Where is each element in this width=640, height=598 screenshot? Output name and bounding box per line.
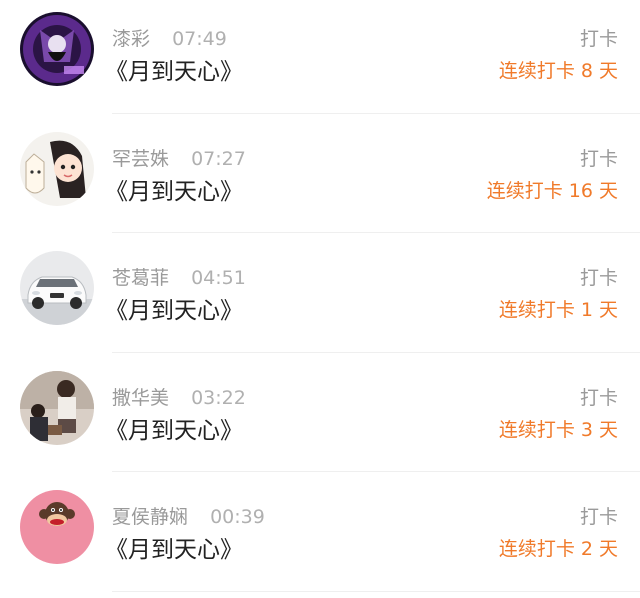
user-name: 撒华美 (112, 386, 170, 409)
user-name: 苍葛菲 (112, 267, 170, 290)
user-meta: 苍葛菲 04:51 (112, 263, 246, 290)
checkin-label: 打卡 (579, 147, 618, 170)
avatar[interactable] (20, 131, 94, 206)
user-name: 罕芸姝 (112, 147, 170, 170)
book-title: 《月到天心》 (105, 417, 243, 444)
checkin-time: 03:22 (191, 386, 246, 409)
checkin-label: 打卡 (579, 506, 618, 529)
streak-label: 连续打卡 1 天 (498, 299, 618, 322)
checkin-time: 00:39 (210, 506, 265, 529)
book-title: 《月到天心》 (105, 59, 243, 85)
avatar-anime-purple-icon (20, 12, 94, 86)
user-name: 漆彩 (112, 28, 151, 50)
streak-label: 连续打卡 3 天 (498, 418, 618, 441)
user-name: 夏侯静娴 (112, 506, 189, 529)
list-item[interactable]: 夏侯静娴 00:39 《月到天心》 打卡 连续打卡 2 天 (0, 478, 640, 598)
user-meta: 罕芸姝 07:27 (112, 144, 246, 171)
book-title: 《月到天心》 (105, 298, 243, 325)
streak-label: 连续打卡 2 天 (498, 538, 618, 561)
user-meta: 夏侯静娴 00:39 (112, 502, 265, 529)
list-item[interactable]: 罕芸姝 07:27 《月到天心》 打卡 连续打卡 16 天 (0, 120, 640, 240)
divider (112, 351, 640, 353)
divider (112, 112, 640, 114)
checkin-list: 漆彩 07:49 《月到天心》 打卡 连续打卡 8 天 罕芸姝 07:27 《月… (0, 0, 640, 598)
book-title: 《月到天心》 (105, 537, 243, 564)
list-item[interactable]: 漆彩 07:49 《月到天心》 打卡 连续打卡 8 天 (0, 0, 640, 120)
checkin-time: 07:27 (191, 147, 246, 170)
avatar-monkey-pink-icon (20, 490, 94, 565)
avatar[interactable] (20, 251, 94, 326)
avatar-white-car-icon (20, 251, 94, 326)
divider (112, 590, 640, 592)
list-item[interactable]: 撒华美 03:22 《月到天心》 打卡 连续打卡 3 天 (0, 359, 640, 479)
list-item[interactable]: 苍葛菲 04:51 《月到天心》 打卡 连续打卡 1 天 (0, 239, 640, 359)
avatar[interactable] (20, 490, 94, 565)
avatar[interactable] (20, 12, 94, 86)
divider (112, 471, 640, 473)
user-meta: 撒华美 03:22 (112, 383, 246, 410)
checkin-label: 打卡 (579, 386, 618, 409)
book-title: 《月到天心》 (105, 178, 243, 205)
checkin-label: 打卡 (579, 267, 618, 290)
avatar-cartoon-girl-icon (20, 131, 94, 206)
streak-label: 连续打卡 8 天 (498, 60, 618, 82)
checkin-time: 07:49 (172, 28, 227, 50)
user-meta: 漆彩 07:49 (112, 24, 227, 51)
checkin-time: 04:51 (191, 267, 246, 290)
avatar[interactable] (20, 370, 94, 445)
checkin-label: 打卡 (579, 28, 618, 50)
avatar-photo-people-icon (20, 370, 94, 445)
streak-label: 连续打卡 16 天 (486, 179, 618, 202)
divider (112, 232, 640, 234)
